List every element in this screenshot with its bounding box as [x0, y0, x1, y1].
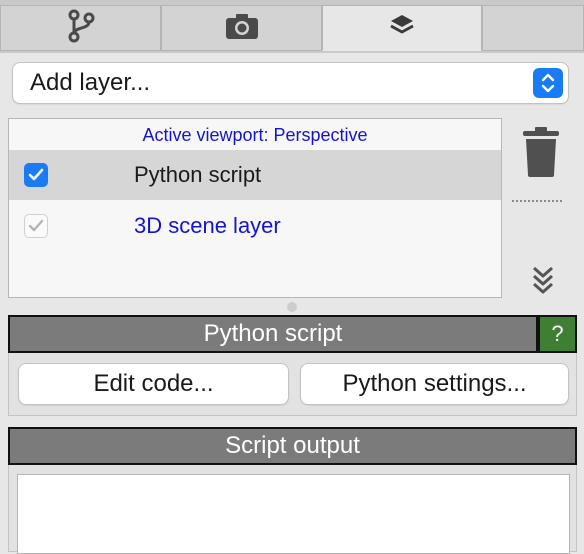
python-script-panel: Edit code... Python settings... [8, 353, 577, 416]
python-script-header: Python script [8, 315, 538, 353]
script-output-header: Script output [8, 427, 577, 465]
edit-code-button[interactable]: Edit code... [19, 364, 288, 404]
layer-row-python-script[interactable]: Python script [9, 150, 501, 200]
move-down-button[interactable] [530, 262, 556, 299]
add-layer-dropdown[interactable]: Add layer... [13, 63, 568, 103]
splitter-handle[interactable] [287, 302, 297, 312]
layers-icon [389, 13, 415, 44]
active-viewport-label: Active viewport: Perspective [142, 125, 368, 145]
tab-pipeline[interactable] [0, 5, 161, 51]
layer-enabled-checkbox[interactable] [24, 163, 48, 187]
layer-label: Python script [134, 162, 262, 187]
help-button[interactable]: ? [538, 315, 577, 353]
layer-row-3d-scene[interactable]: 3D scene layer [9, 201, 501, 251]
script-output-text[interactable] [17, 474, 570, 554]
layer-label: 3D scene layer [134, 213, 281, 238]
tab-render[interactable] [161, 5, 322, 51]
delete-layer-button[interactable] [522, 126, 560, 183]
trash-icon [523, 127, 559, 177]
double-chevron-down-icon [533, 266, 553, 294]
pipeline-branch-icon [67, 9, 95, 48]
tab-extra[interactable] [482, 5, 584, 51]
dropdown-arrows-icon [533, 68, 563, 98]
add-layer-label: Add layer... [30, 69, 151, 96]
layer-list[interactable]: Active viewport: Perspective Python scri… [8, 118, 502, 298]
python-settings-button[interactable]: Python settings... [301, 364, 568, 404]
separator [512, 200, 562, 202]
checkmark-icon [28, 219, 44, 232]
tab-bar [0, 0, 584, 53]
camera-icon [225, 12, 259, 45]
tab-layers[interactable] [322, 5, 482, 51]
script-output-panel [8, 465, 577, 554]
checkmark-icon [28, 168, 44, 181]
layer-enabled-checkbox [24, 214, 48, 238]
